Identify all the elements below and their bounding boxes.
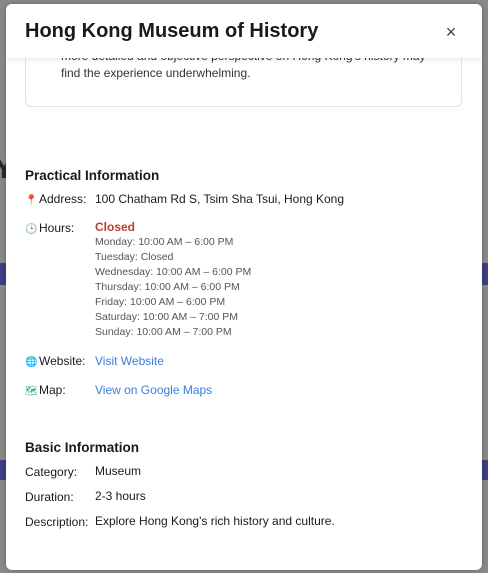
pin-icon: 📍 bbox=[25, 195, 38, 206]
hours-item: Friday: 10:00 AM – 6:00 PM bbox=[95, 296, 226, 308]
category-label: Category: bbox=[25, 465, 78, 479]
map-label-row: 🗺Map: bbox=[25, 383, 66, 397]
clock-icon: 🕒 bbox=[25, 224, 38, 235]
category-value: Museum bbox=[95, 464, 142, 478]
museum-detail-modal: Hong Kong Museum of History × more detai… bbox=[6, 4, 482, 570]
map-icon: 🗺 bbox=[25, 386, 38, 397]
website-link[interactable]: Visit Website bbox=[95, 354, 164, 368]
map-label: Map: bbox=[39, 383, 66, 397]
description-label: Description: bbox=[25, 515, 89, 529]
description-value: Explore Hong Kong's rich history and cul… bbox=[95, 514, 335, 528]
address-value: 100 Chatham Rd S, Tsim Sha Tsui, Hong Ko… bbox=[95, 192, 345, 206]
hours-item: Monday: 10:00 AM – 6:00 PM bbox=[95, 236, 234, 248]
website-label: Website: bbox=[39, 354, 86, 368]
hours-item: Thursday: 10:00 AM – 6:00 PM bbox=[95, 281, 240, 293]
google-maps-link[interactable]: View on Google Maps bbox=[95, 383, 212, 397]
hours-item: Sunday: 10:00 AM – 7:00 PM bbox=[95, 326, 232, 338]
modal-title: Hong Kong Museum of History bbox=[25, 20, 319, 42]
modal-header: Hong Kong Museum of History × bbox=[6, 4, 482, 58]
basic-info-heading: Basic Information bbox=[25, 440, 140, 455]
hours-label-row: 🕒 Hours: bbox=[25, 221, 74, 235]
duration-label: Duration: bbox=[25, 490, 74, 504]
address-label-row: 📍 Address: bbox=[25, 192, 86, 206]
globe-icon: 🌐 bbox=[25, 357, 38, 368]
website-label-row: 🌐 Website: bbox=[25, 354, 85, 368]
address-label: Address: bbox=[39, 192, 87, 206]
hours-item: Tuesday: Closed bbox=[95, 251, 174, 263]
hours-item: Saturday: 10:00 AM – 7:00 PM bbox=[95, 311, 239, 323]
close-icon[interactable]: × bbox=[440, 21, 462, 43]
practical-info-heading: Practical Information bbox=[25, 168, 160, 183]
hours-status: Closed bbox=[95, 220, 136, 234]
hours-list: Monday: 10:00 AM – 6:00 PM Tuesday: Clos… bbox=[95, 235, 251, 340]
hours-item: Wednesday: 10:00 AM – 6:00 PM bbox=[95, 266, 252, 278]
duration-value: 2-3 hours bbox=[95, 489, 146, 503]
hours-label: Hours: bbox=[39, 221, 75, 235]
